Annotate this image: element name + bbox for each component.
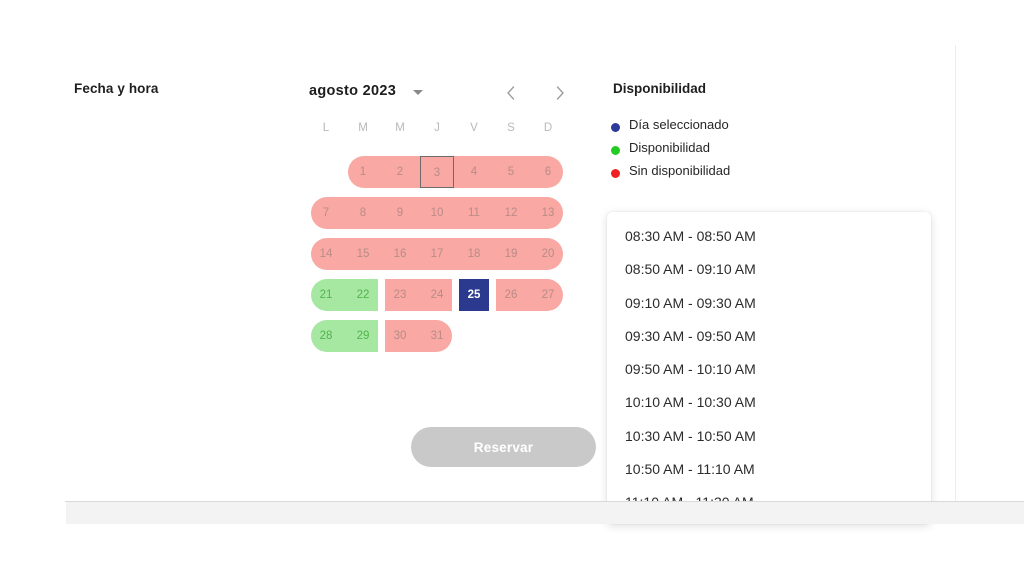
- calendar-day-3[interactable]: 3: [420, 156, 454, 188]
- calendar-day-14[interactable]: 14: [311, 238, 341, 270]
- calendar-day-28[interactable]: 28: [311, 320, 341, 352]
- calendar-day-5[interactable]: 5: [496, 156, 526, 188]
- calendar-day-25[interactable]: 25: [459, 279, 489, 311]
- time-slot-option[interactable]: 08:30 AM - 08:50 AM: [607, 220, 931, 253]
- calendar-day-18[interactable]: 18: [459, 238, 489, 270]
- calendar-day-31[interactable]: 31: [422, 320, 452, 352]
- calendar-day-7[interactable]: 7: [311, 197, 341, 229]
- calendar-weekday-5: S: [507, 122, 515, 134]
- calendar-day-16[interactable]: 16: [385, 238, 415, 270]
- legend-dot-icon: [611, 146, 620, 155]
- calendar-week-row: 28 29 30 31: [300, 318, 570, 354]
- footer-strip: [66, 502, 1024, 524]
- availability-legend: Día seleccionado Disponibilidad Sin dispon…: [611, 117, 730, 186]
- calendar-day-11[interactable]: 11: [459, 197, 489, 229]
- calendar-header: agosto 2023: [300, 76, 570, 110]
- calendar-day-13[interactable]: 13: [533, 197, 563, 229]
- calendar-day-24[interactable]: 24: [422, 279, 452, 311]
- time-slot-option[interactable]: 10:30 AM - 10:50 AM: [607, 420, 931, 453]
- calendar-week-row: 7 8 9 10 11 12 13: [300, 195, 570, 231]
- calendar-weekday-1: M: [358, 122, 368, 134]
- reserve-button[interactable]: Reservar: [411, 427, 596, 467]
- calendar-weekday-2: M: [395, 122, 405, 134]
- time-slot-option[interactable]: 10:50 AM - 11:10 AM: [607, 453, 931, 486]
- chevron-left-icon[interactable]: [498, 80, 524, 106]
- calendar-weekday-0: L: [322, 122, 330, 134]
- calendar-day-10[interactable]: 10: [422, 197, 452, 229]
- page-title: Fecha y hora: [74, 81, 159, 96]
- calendar-day-1[interactable]: 1: [348, 156, 378, 188]
- availability-title: Disponibilidad: [613, 81, 706, 96]
- calendar-day-22[interactable]: 22: [348, 279, 378, 311]
- calendar-day-23[interactable]: 23: [385, 279, 415, 311]
- time-slot-option[interactable]: 10:10 AM - 10:30 AM: [607, 386, 931, 419]
- chevron-right-icon[interactable]: [547, 80, 573, 106]
- calendar-day-20[interactable]: 20: [533, 238, 563, 270]
- calendar: agosto 2023 LMMJVSD 1 2 3 4 5 6 7 8 9 10 11 12 13 14 1…: [300, 76, 570, 359]
- time-slot-list: 08:30 AM - 08:50 AM 08:50 AM - 09:10 AM 09…: [607, 220, 931, 520]
- calendar-grid: 1 2 3 4 5 6 7 8 9 10 11 12 13 14 15 16 17 18 19 20 21 22 23 24 2…: [300, 154, 570, 354]
- calendar-day-2[interactable]: 2: [385, 156, 415, 188]
- time-slot-option[interactable]: 09:30 AM - 09:50 AM: [607, 320, 931, 353]
- time-slot-dropdown[interactable]: 08:30 AM - 08:50 AM 08:50 AM - 09:10 AM 09…: [607, 212, 931, 524]
- calendar-week-row: 21 22 23 24 25 26 27: [300, 277, 570, 313]
- calendar-weekday-3: J: [434, 122, 440, 134]
- calendar-day-6[interactable]: 6: [533, 156, 563, 188]
- calendar-weekday-6: D: [543, 122, 553, 134]
- calendar-day-4[interactable]: 4: [459, 156, 489, 188]
- time-slot-option[interactable]: 09:50 AM - 10:10 AM: [607, 353, 931, 386]
- calendar-day-15[interactable]: 15: [348, 238, 378, 270]
- calendar-day-30[interactable]: 30: [385, 320, 415, 352]
- legend-dot-icon: [611, 123, 620, 132]
- calendar-month-label[interactable]: agosto 2023: [309, 83, 396, 99]
- chevron-down-icon[interactable]: [413, 90, 423, 95]
- calendar-day-26[interactable]: 26: [496, 279, 526, 311]
- calendar-day-21[interactable]: 21: [311, 279, 341, 311]
- calendar-day-27[interactable]: 27: [533, 279, 563, 311]
- calendar-day-17[interactable]: 17: [422, 238, 452, 270]
- calendar-week-row: 123456: [300, 154, 570, 190]
- booking-page: Fecha y hora agosto 2023 LMMJVSD 1234567…: [0, 0, 1024, 576]
- legend-item-2: Sin disponibilidad: [611, 163, 730, 186]
- calendar-weekday-header: LMMJVSD: [300, 122, 570, 148]
- legend-label: Sin disponibilidad: [629, 163, 731, 178]
- calendar-day-29[interactable]: 29: [348, 320, 378, 352]
- calendar-day-9[interactable]: 9: [385, 197, 415, 229]
- calendar-day-12[interactable]: 12: [496, 197, 526, 229]
- legend-item-0: Día seleccionado: [611, 117, 730, 140]
- legend-label: Disponibilidad: [629, 140, 710, 155]
- time-slot-option[interactable]: 08:50 AM - 09:10 AM: [607, 253, 931, 286]
- legend-item-1: Disponibilidad: [611, 140, 730, 163]
- calendar-weekday-4: V: [470, 122, 478, 134]
- calendar-availability-band-unavailable: [348, 156, 563, 188]
- calendar-week-row: 14 15 16 17 18 19 20: [300, 236, 570, 272]
- legend-label: Día seleccionado: [629, 117, 729, 132]
- calendar-day-8[interactable]: 8: [348, 197, 378, 229]
- calendar-day-19[interactable]: 19: [496, 238, 526, 270]
- right-rule: [955, 45, 956, 505]
- time-slot-option[interactable]: 09:10 AM - 09:30 AM: [607, 287, 931, 320]
- legend-dot-icon: [611, 169, 620, 178]
